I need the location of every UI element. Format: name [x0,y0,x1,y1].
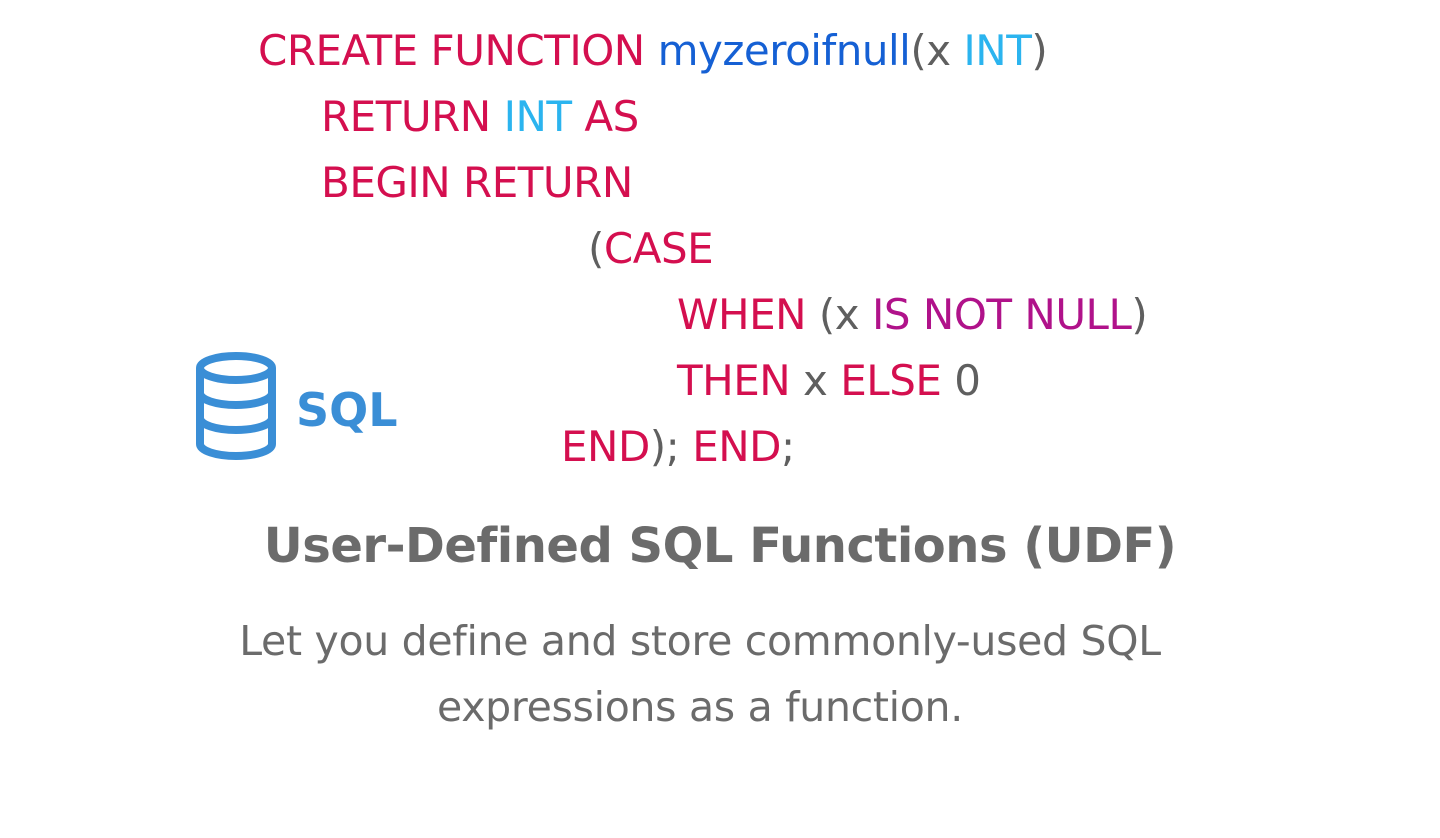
keyword: WHEN [677,290,819,339]
code-line-then: THEN x ELSE 0 [677,356,981,406]
keyword: END [561,422,650,471]
database-icon-shape [196,352,276,460]
description-line: Let you define and store commonly-used S… [239,617,1161,665]
code-line-create: CREATE FUNCTION myzeroifnull(x INT) [258,26,1048,76]
code-text: x [803,356,841,405]
logo-text: SQL [296,383,398,437]
function-name: myzeroifnull [657,26,911,75]
code-text: ( [588,224,604,273]
keyword: CASE [603,224,714,273]
code-line-case: (CASE [588,224,714,274]
code-text: ); [649,422,693,471]
operator: IS NOT NULL [872,290,1132,339]
type-name: INT [503,92,572,141]
description: Let you define and store commonly-used S… [0,608,1400,740]
sql-logo: SQL [194,352,404,464]
code-text: 0 [954,356,981,405]
keyword: RETURN [321,92,504,141]
code-text: (x [910,26,964,75]
code-line-begin: BEGIN RETURN [321,158,633,208]
page-title: User-Defined SQL Functions (UDF) [263,518,1177,574]
keyword: ELSE [840,356,955,405]
keyword: AS [571,92,639,141]
description-line: expressions as a function. [437,683,963,731]
keyword: CREATE FUNCTION [258,26,658,75]
keyword: BEGIN RETURN [321,158,633,207]
type-name: INT [963,26,1032,75]
code-text: ) [1131,290,1148,339]
code-text: ) [1031,26,1048,75]
database-icon: SQL [196,352,398,460]
code-text: ; [780,422,795,471]
keyword: THEN [677,356,804,405]
code-text: (x [818,290,873,339]
code-line-return: RETURN INT AS [321,92,639,142]
code-line-end: END); END; [561,422,795,472]
keyword: END [692,422,781,471]
code-line-when: WHEN (x IS NOT NULL) [677,290,1148,340]
